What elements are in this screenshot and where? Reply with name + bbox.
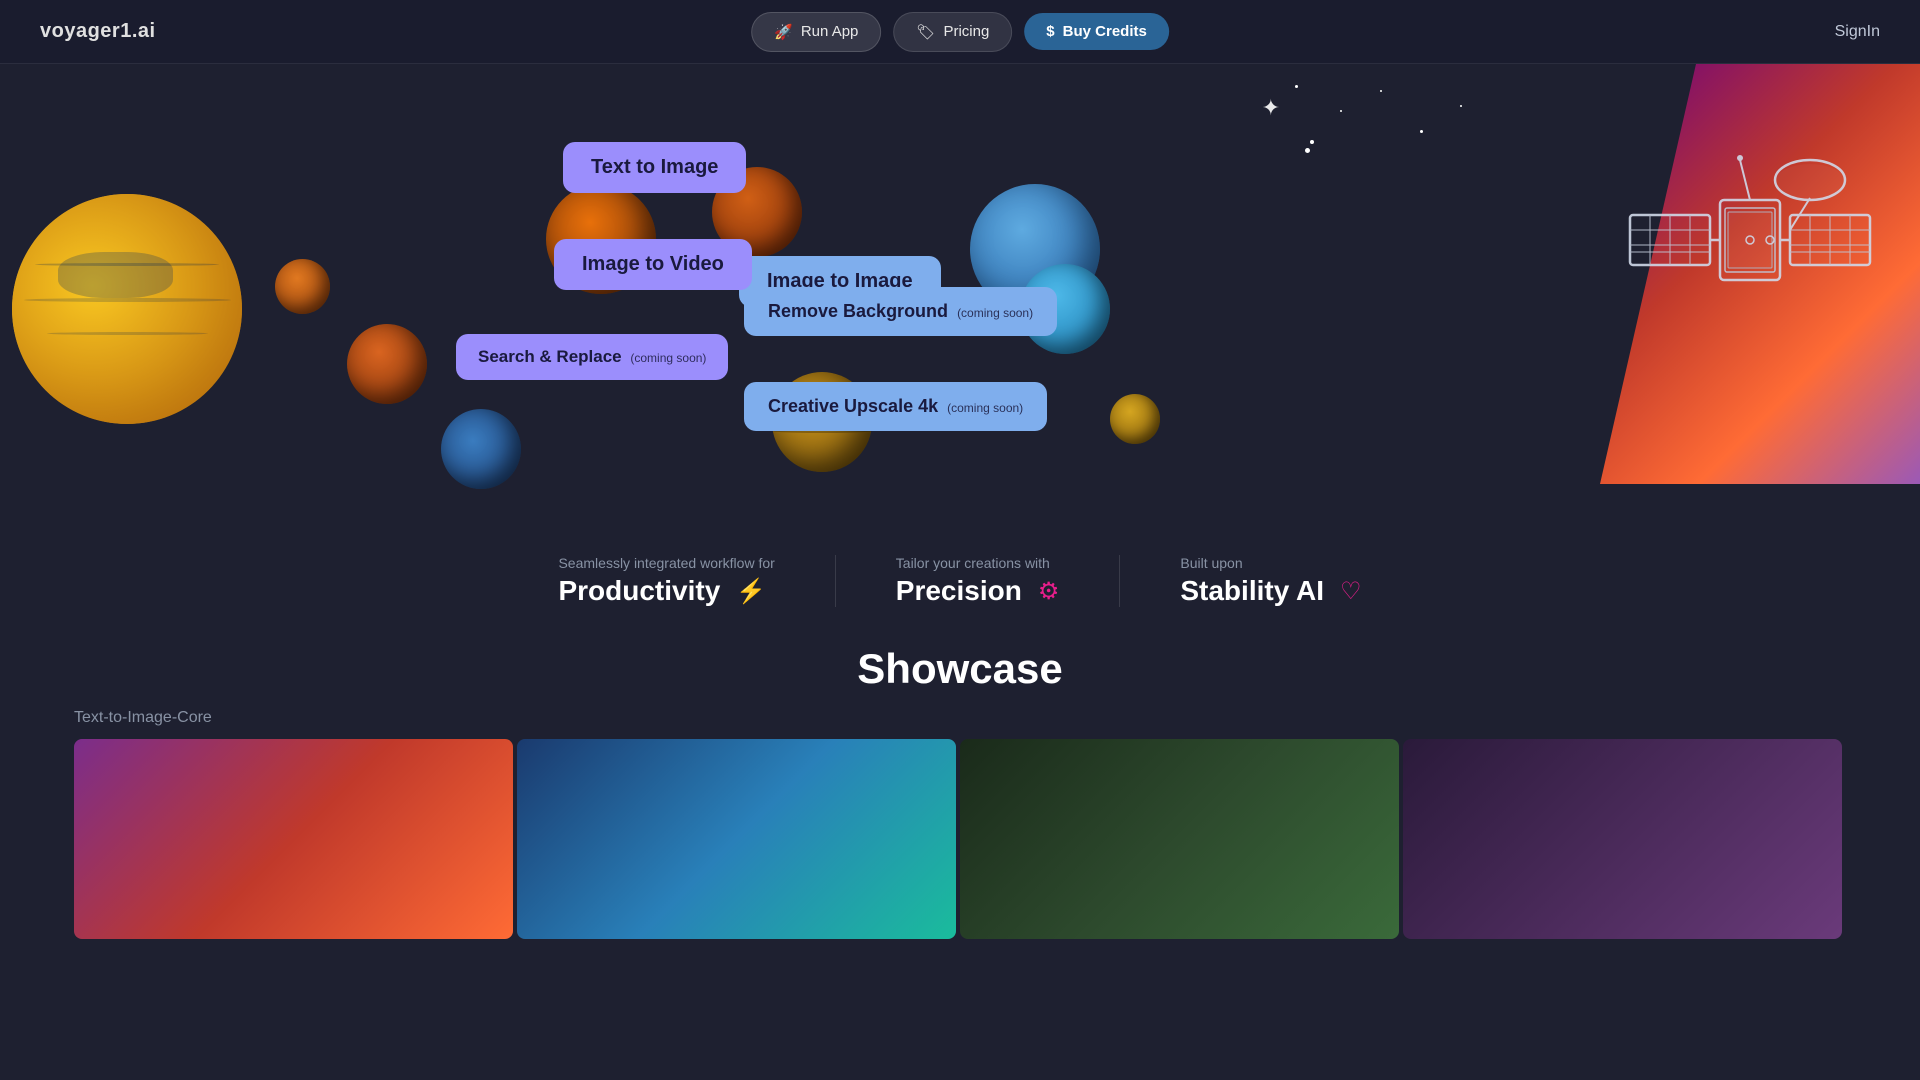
feature-precision: Tailor your creations with Precision ⚙ <box>836 555 1121 607</box>
showcase-section: Showcase Text-to-Image-Core <box>0 645 1920 939</box>
signin-link[interactable]: SignIn <box>1835 23 1880 41</box>
productivity-small-label: Seamlessly integrated workflow for <box>558 555 774 571</box>
pricing-label: Pricing <box>943 23 989 40</box>
rocket-icon: 🚀 <box>774 23 793 41</box>
pricing-button[interactable]: 🏷 Pricing <box>893 12 1012 52</box>
showcase-title: Showcase <box>0 645 1920 693</box>
planet-orange-small <box>275 259 330 314</box>
planet-yellow <box>12 194 242 424</box>
search-replace-label: Search & Replace <box>478 347 622 366</box>
showcase-image-2 <box>517 739 956 939</box>
productivity-inner: Productivity ⚡ <box>558 575 766 607</box>
text-to-image-button[interactable]: Text to Image <box>563 142 746 193</box>
image-to-video-button[interactable]: Image to Video <box>554 239 752 290</box>
showcase-image-4 <box>1403 739 1842 939</box>
image-to-video-label: Image to Video <box>582 253 724 275</box>
planet-gold <box>1110 394 1160 444</box>
tag-icon: 🏷 <box>916 23 935 41</box>
logo: voyager1.ai <box>40 20 156 43</box>
feature-stability: Built upon Stability AI ♡ <box>1120 555 1421 607</box>
creative-upscale-coming-soon: (coming soon) <box>947 401 1023 415</box>
run-app-label: Run App <box>801 23 859 40</box>
sliders-icon: ⚙ <box>1038 577 1060 606</box>
productivity-large-label: Productivity <box>558 575 720 607</box>
planet-blue-earth <box>441 409 521 489</box>
satellite-illustration <box>1610 100 1890 400</box>
header-nav: 🚀 Run App 🏷 Pricing $ Buy Credits <box>751 12 1169 52</box>
remove-background-label: Remove Background <box>768 301 948 321</box>
remove-bg-coming-soon: (coming soon) <box>957 306 1033 320</box>
planet-orange-medium <box>347 324 427 404</box>
bolt-icon: ⚡ <box>736 577 766 606</box>
showcase-subtitle: Text-to-Image-Core <box>74 709 1920 727</box>
buy-credits-label: Buy Credits <box>1063 23 1147 40</box>
showcase-image-1 <box>74 739 513 939</box>
dollar-icon: $ <box>1046 23 1054 40</box>
feature-productivity: Seamlessly integrated workflow for Produ… <box>498 555 835 607</box>
stability-small-label: Built upon <box>1180 555 1242 571</box>
creative-upscale-label: Creative Upscale 4k <box>768 396 938 416</box>
stability-large-label: Stability AI <box>1180 575 1324 607</box>
precision-inner: Precision ⚙ <box>896 575 1060 607</box>
remove-background-button[interactable]: Remove Background (coming soon) <box>744 287 1057 336</box>
search-replace-coming-soon: (coming soon) <box>630 351 706 365</box>
search-replace-button[interactable]: Search & Replace (coming soon) <box>456 334 728 380</box>
stability-inner: Stability AI ♡ <box>1180 575 1361 607</box>
run-app-button[interactable]: 🚀 Run App <box>751 12 881 52</box>
heart-icon: ♡ <box>1340 577 1362 606</box>
creative-upscale-button[interactable]: Creative Upscale 4k (coming soon) <box>744 382 1047 431</box>
buy-credits-button[interactable]: $ Buy Credits <box>1024 13 1169 50</box>
precision-large-label: Precision <box>896 575 1022 607</box>
features-bar: Seamlessly integrated workflow for Produ… <box>0 526 1920 636</box>
sparkle-star: ✦ <box>1262 95 1280 121</box>
header: voyager1.ai 🚀 Run App 🏷 Pricing $ Buy Cr… <box>0 0 1920 64</box>
showcase-images <box>74 739 1846 939</box>
text-to-image-label: Text to Image <box>591 156 718 178</box>
precision-small-label: Tailor your creations with <box>896 555 1050 571</box>
showcase-image-3 <box>960 739 1399 939</box>
